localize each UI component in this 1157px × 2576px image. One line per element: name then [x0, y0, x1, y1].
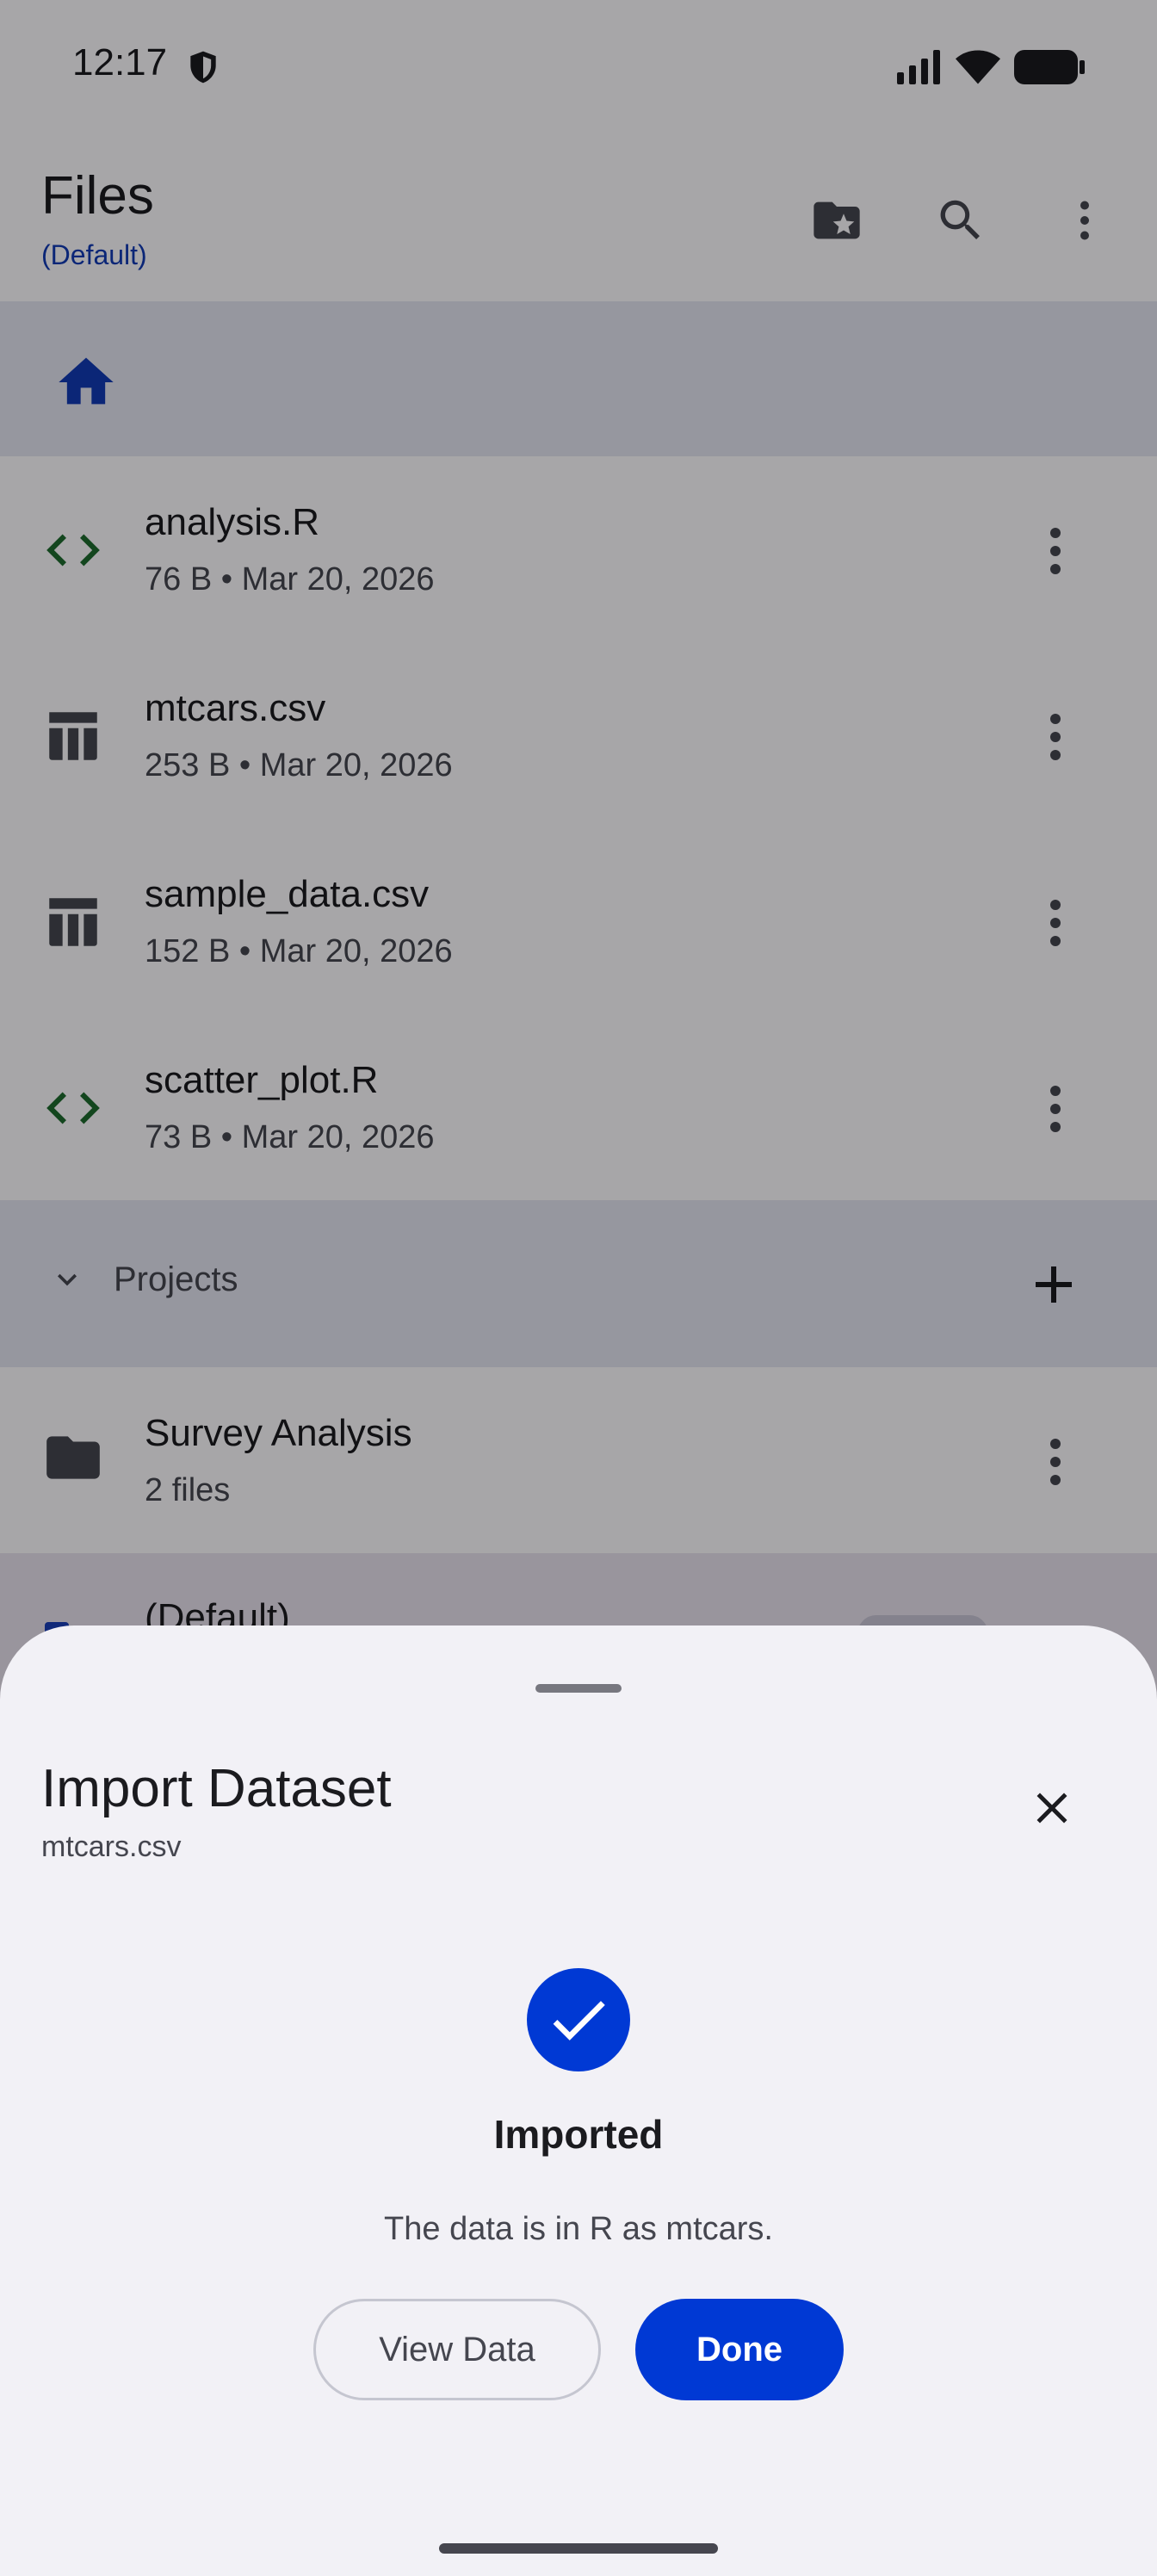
success-indicator — [527, 1968, 630, 2071]
import-dataset-sheet: Import Dataset mtcars.csv Imported The d… — [0, 1625, 1157, 2576]
close-icon — [1036, 1793, 1067, 1824]
sheet-subtitle: mtcars.csv — [41, 1830, 182, 1863]
result-message: The data is in R as mtcars. — [384, 2211, 773, 2247]
home-indicator[interactable] — [439, 2543, 718, 2554]
view-data-button[interactable]: View Data — [313, 2299, 601, 2400]
check-icon — [553, 2001, 605, 2040]
drag-handle[interactable] — [535, 1684, 622, 1693]
close-button[interactable] — [1021, 1777, 1083, 1839]
sheet-title: Import Dataset — [41, 1759, 392, 1818]
result-title: Imported — [493, 2112, 664, 2157]
done-button[interactable]: Done — [635, 2299, 844, 2400]
